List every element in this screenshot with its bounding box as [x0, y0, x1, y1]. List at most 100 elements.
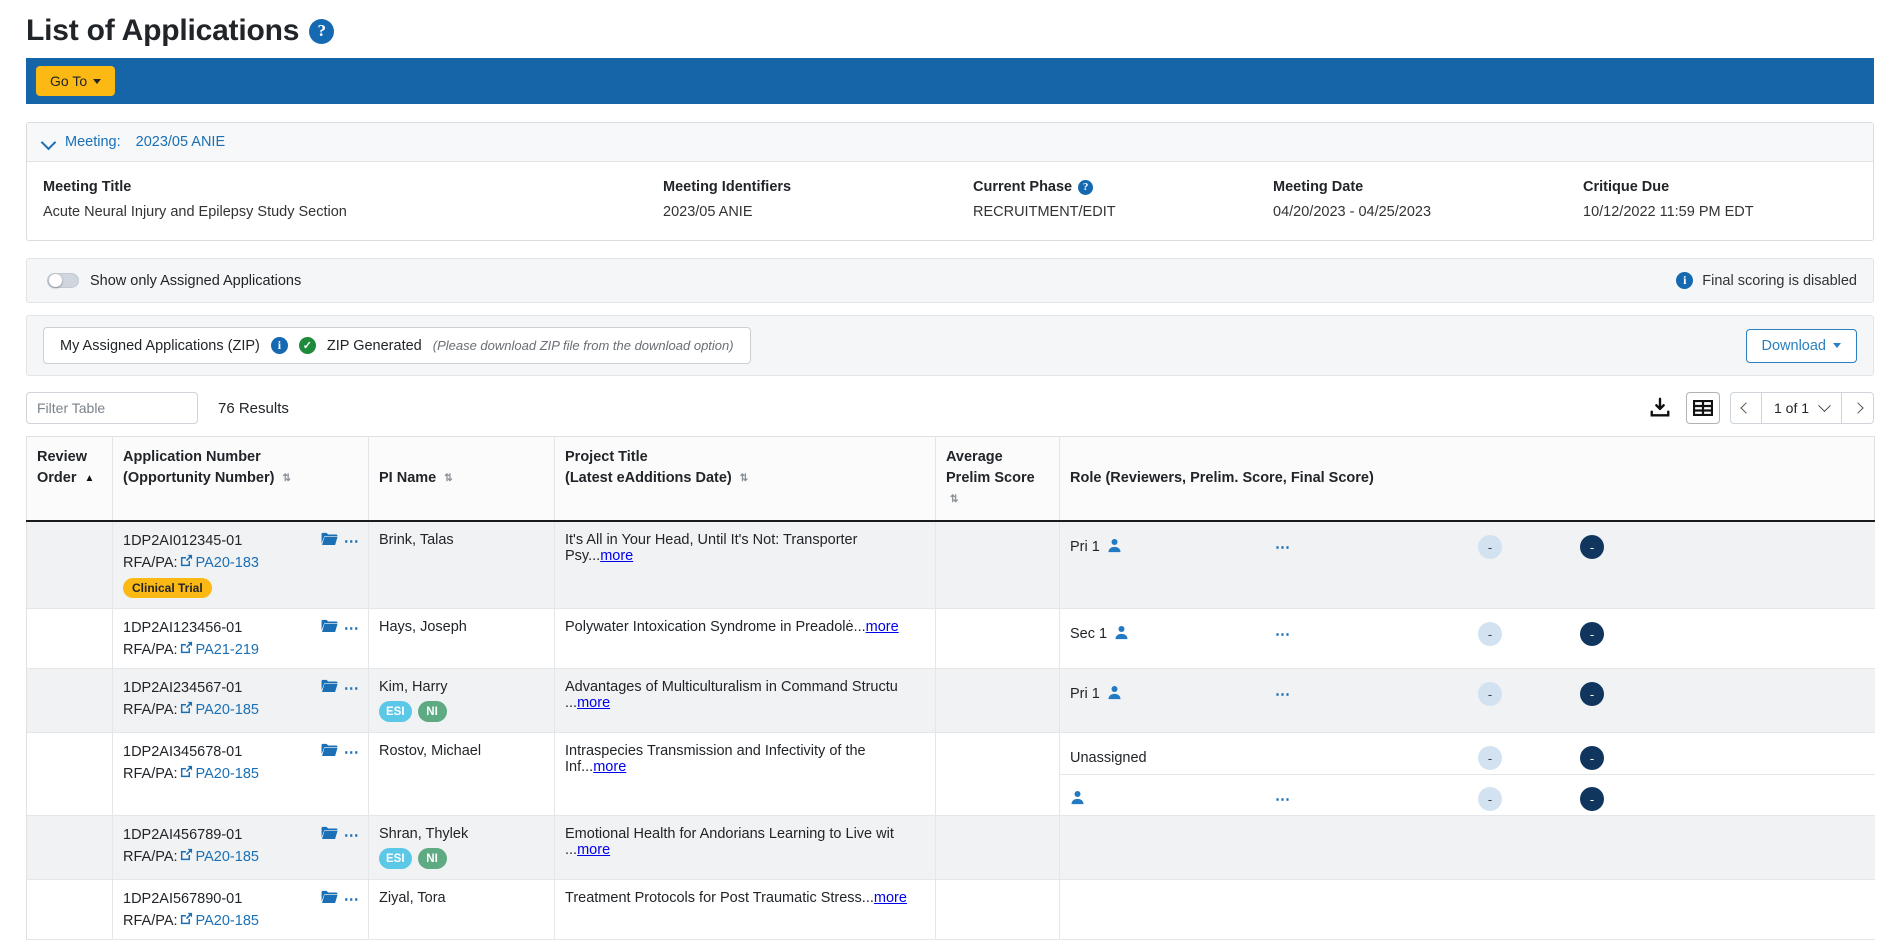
rfa-pa-label: RFA/PA:	[123, 765, 178, 782]
cell-pi-name: Ziyal, Tora	[368, 879, 555, 940]
table-row[interactable]: 1DP2AI567890-01 ⋯ RFA/PA: PA20-185 Ziyal, To…	[26, 879, 1875, 940]
more-link[interactable]: more	[577, 842, 610, 858]
header-line-2-wrap: (Opportunity Number) ⇅	[123, 468, 360, 489]
rfa-pa-link[interactable]: PA20-185	[196, 913, 259, 929]
rfa-pa-link[interactable]: PA20-185	[196, 702, 259, 718]
final-score-pill[interactable]: -	[1580, 682, 1604, 707]
more-link[interactable]: more	[866, 619, 899, 635]
rfa-pa-link[interactable]: PA20-185	[196, 849, 259, 865]
column-header-project-title[interactable]: Project Title (Latest eAdditions Date) ⇅	[554, 436, 936, 523]
header-line-2-wrap: PI Name ⇅	[379, 468, 546, 489]
table-toolbar-right: 1 of 1	[1644, 392, 1874, 424]
rfa-pa-link[interactable]: PA20-183	[196, 555, 259, 571]
column-header-average-prelim-score[interactable]: Average Prelim Score ⇅	[935, 436, 1060, 523]
final-score-pill[interactable]: -	[1580, 746, 1604, 771]
table-row[interactable]: 1DP2AI012345-01 ⋯ RFA/PA: PA20-183 Clinical …	[26, 521, 1875, 609]
final-score-pill[interactable]: -	[1580, 535, 1604, 560]
more-link[interactable]: more	[593, 759, 626, 775]
meeting-field-current-phase: Current Phase ? RECRUITMENT/EDIT	[957, 179, 1257, 220]
role-menu-icon[interactable]: ⋯	[1275, 539, 1291, 556]
column-header-role: Role (Reviewers, Prelim. Score, Final Sc…	[1059, 436, 1875, 523]
project-title: Emotional Health for Andorians Learning …	[565, 826, 894, 859]
caret-down-icon	[1833, 343, 1841, 348]
column-header-pi-name[interactable]: PI Name ⇅	[368, 436, 555, 523]
help-icon[interactable]: ?	[309, 18, 335, 44]
rfa-pa-link[interactable]: PA21-219	[196, 642, 259, 658]
role-prelim-score: -	[1400, 622, 1580, 647]
more-link[interactable]: more	[874, 890, 907, 906]
prelim-score-pill[interactable]: -	[1478, 682, 1502, 707]
page-title: List of Applications	[26, 14, 300, 47]
person-icon[interactable]	[1107, 685, 1122, 704]
row-actions-menu-icon[interactable]: ⋯	[344, 826, 360, 844]
field-label: Critique Due	[1583, 179, 1670, 195]
folder-icon[interactable]	[321, 532, 338, 550]
rfa-pa-label: RFA/PA:	[123, 912, 178, 929]
table-row[interactable]: 1DP2AI123456-01 ⋯ RFA/PA: PA21-219 Hays, Jos…	[26, 608, 1875, 669]
role-final-score: -	[1580, 622, 1740, 647]
zip-status-text: ZIP Generated	[326, 337, 422, 354]
role-prelim-score: -	[1400, 787, 1580, 812]
role-line-empty	[1060, 816, 1875, 857]
role-prelim-score: -	[1400, 746, 1580, 771]
row-actions-menu-icon[interactable]: ⋯	[344, 743, 360, 761]
meeting-collapse-header[interactable]: Meeting: 2023/05 ANIE	[27, 123, 1873, 162]
folder-icon[interactable]	[321, 743, 338, 761]
folder-icon[interactable]	[321, 619, 338, 637]
final-score-pill[interactable]: -	[1580, 622, 1604, 647]
cell-application-number: 1DP2AI012345-01 ⋯ RFA/PA: PA20-183 Clinical …	[112, 521, 369, 609]
applications-table-wrapper: Review Order ▲ Application Number (Oppor…	[26, 436, 1875, 940]
zip-info-icon[interactable]: i	[270, 337, 288, 354]
current-phase-help-icon[interactable]: ?	[1078, 179, 1094, 195]
person-icon[interactable]	[1114, 625, 1129, 644]
prelim-score-pill[interactable]: -	[1478, 535, 1502, 560]
download-icon[interactable]	[1644, 392, 1676, 424]
filter-table-input[interactable]	[26, 392, 198, 424]
info-icon[interactable]: i	[1676, 272, 1694, 289]
person-icon[interactable]	[1070, 790, 1085, 809]
chip-ni: NI	[417, 848, 447, 870]
application-number: 1DP2AI456789-01	[123, 827, 243, 844]
table-row[interactable]: 1DP2AI456789-01 ⋯ RFA/PA: PA20-185 Shran, Th…	[26, 815, 1875, 880]
cell-pi-name: Rostov, Michael	[368, 732, 555, 816]
sort-icon: ⇅	[444, 473, 453, 485]
role-menu-icon[interactable]: ⋯	[1275, 791, 1291, 808]
row-actions-menu-icon[interactable]: ⋯	[344, 532, 360, 550]
download-button[interactable]: Download	[1745, 328, 1857, 363]
field-label-wrap: Current Phase ?	[973, 179, 1241, 195]
role-menu-icon[interactable]: ⋯	[1275, 626, 1291, 643]
table-row[interactable]: 1DP2AI345678-01 ⋯ RFA/PA: PA20-185 Rostov, M…	[26, 732, 1875, 816]
show-only-assigned-toggle[interactable]	[47, 273, 79, 288]
application-number: 1DP2AI234567-01	[123, 680, 243, 697]
folder-icon[interactable]	[321, 679, 338, 697]
folder-icon[interactable]	[321, 890, 338, 908]
prelim-score-pill[interactable]: -	[1478, 746, 1502, 771]
final-score-pill[interactable]: -	[1580, 787, 1604, 812]
rfa-pa-link[interactable]: PA20-185	[196, 766, 259, 782]
more-link[interactable]: more	[577, 695, 610, 711]
go-to-button[interactable]: Go To	[36, 66, 116, 96]
prelim-score-pill[interactable]: -	[1478, 622, 1502, 647]
page-select[interactable]: 1 of 1	[1762, 392, 1842, 424]
application-number: 1DP2AI012345-01	[123, 533, 243, 550]
column-header-review-order[interactable]: Review Order ▲	[26, 436, 113, 523]
row-actions-menu-icon[interactable]: ⋯	[344, 890, 360, 908]
page-select-value: 1 of 1	[1773, 400, 1810, 416]
column-header-application-number[interactable]: Application Number (Opportunity Number) …	[112, 436, 369, 523]
table-columns-icon[interactable]	[1686, 392, 1720, 424]
pagination-next-button[interactable]	[1842, 392, 1874, 424]
zip-status-box: My Assigned Applications (ZIP) i ✓ ZIP G…	[43, 327, 751, 364]
role-line: Sec 1 ⋯ - -	[1060, 609, 1875, 650]
row-actions-menu-icon[interactable]: ⋯	[344, 679, 360, 697]
more-link[interactable]: more	[600, 548, 633, 564]
role-menu-icon[interactable]: ⋯	[1275, 686, 1291, 703]
row-actions-menu-icon[interactable]: ⋯	[344, 619, 360, 637]
folder-icon[interactable]	[321, 826, 338, 844]
table-row[interactable]: 1DP2AI234567-01 ⋯ RFA/PA: PA20-185 Kim, Harr…	[26, 668, 1875, 733]
person-icon[interactable]	[1107, 538, 1122, 557]
pagination-prev-button[interactable]	[1730, 392, 1762, 424]
cell-application-number: 1DP2AI123456-01 ⋯ RFA/PA: PA21-219	[112, 608, 369, 669]
cell-review-order	[26, 608, 113, 669]
prelim-score-pill[interactable]: -	[1478, 787, 1502, 812]
header-line-1: Review	[37, 449, 87, 465]
